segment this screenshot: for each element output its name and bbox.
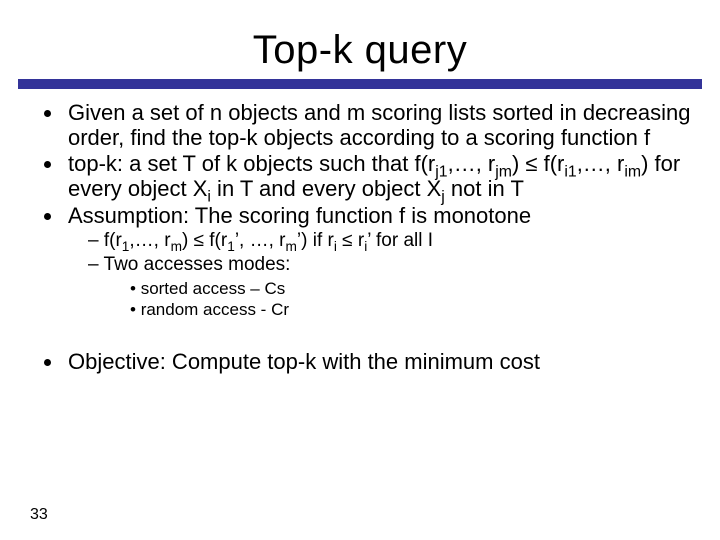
sub-bullet-1: f(r1,…, rm) ≤ f(r1’, …, rm’) if ri ≤ ri’…: [88, 230, 708, 252]
text: objects and: [222, 100, 347, 125]
text: is monotone: [405, 203, 531, 228]
text: ,…, r: [577, 151, 625, 176]
text: ≤ r: [337, 230, 364, 251]
bullet-1: Given a set of n objects and m scoring l…: [64, 101, 708, 150]
sub-bullet-2: Two accesses modes: sorted access – Cs r…: [88, 254, 708, 321]
text: not in T: [445, 176, 524, 201]
spacer: [12, 326, 708, 350]
text: ) ≤ f(r: [512, 151, 564, 176]
text: ) ≤ f(r: [182, 230, 227, 251]
slide-body: Given a set of n objects and m scoring l…: [0, 101, 720, 375]
bullet-list: Given a set of n objects and m scoring l…: [12, 101, 708, 320]
text: sorted access – Cs: [141, 279, 286, 298]
subscript: im: [624, 164, 641, 181]
text: Objective: Compute top-k with the minimu…: [68, 349, 540, 374]
bullet-objective: Objective: Compute top-k with the minimu…: [64, 350, 708, 375]
bullet-2: top-k: a set T of k objects such that f(…: [64, 152, 708, 201]
slide-title: Top-k query: [0, 0, 720, 79]
text: ,…, r: [448, 151, 496, 176]
text: random access - Cr: [141, 300, 289, 319]
text: f(r: [104, 230, 122, 251]
subscript: i1: [564, 164, 576, 181]
text: Two accesses modes:: [104, 254, 291, 275]
slide: Top-k query Given a set of n objects and…: [0, 0, 720, 540]
text: in T and every object X: [211, 176, 441, 201]
sub-bullet-list: f(r1,…, rm) ≤ f(r1’, …, rm’) if ri ≤ ri’…: [68, 230, 708, 320]
subscript: m: [286, 239, 297, 254]
subsub-bullet-1: sorted access – Cs: [130, 278, 708, 299]
text: ,…, r: [129, 230, 170, 251]
text: ’) if r: [297, 230, 334, 251]
subsub-bullet-list: sorted access – Cs random access - Cr: [88, 278, 708, 321]
text: f: [644, 125, 650, 150]
subscript: m: [171, 239, 182, 254]
text: : a set T of k objects such that f(r: [117, 151, 435, 176]
text: ’, …, r: [235, 230, 286, 251]
text: n: [210, 100, 222, 125]
bullet-list-2: Objective: Compute top-k with the minimu…: [12, 350, 708, 375]
text: Given a set of: [68, 100, 210, 125]
bullet-3: Assumption: The scoring function f is mo…: [64, 204, 708, 321]
text: m: [347, 100, 365, 125]
title-underline: [18, 79, 702, 89]
text: ’ for all I: [367, 230, 433, 251]
text: Assumption: The scoring function: [68, 203, 399, 228]
subscript: 1: [227, 239, 235, 254]
page-number: 33: [30, 506, 48, 524]
subsub-bullet-2: random access - Cr: [130, 299, 708, 320]
text: top-k: [68, 151, 117, 176]
